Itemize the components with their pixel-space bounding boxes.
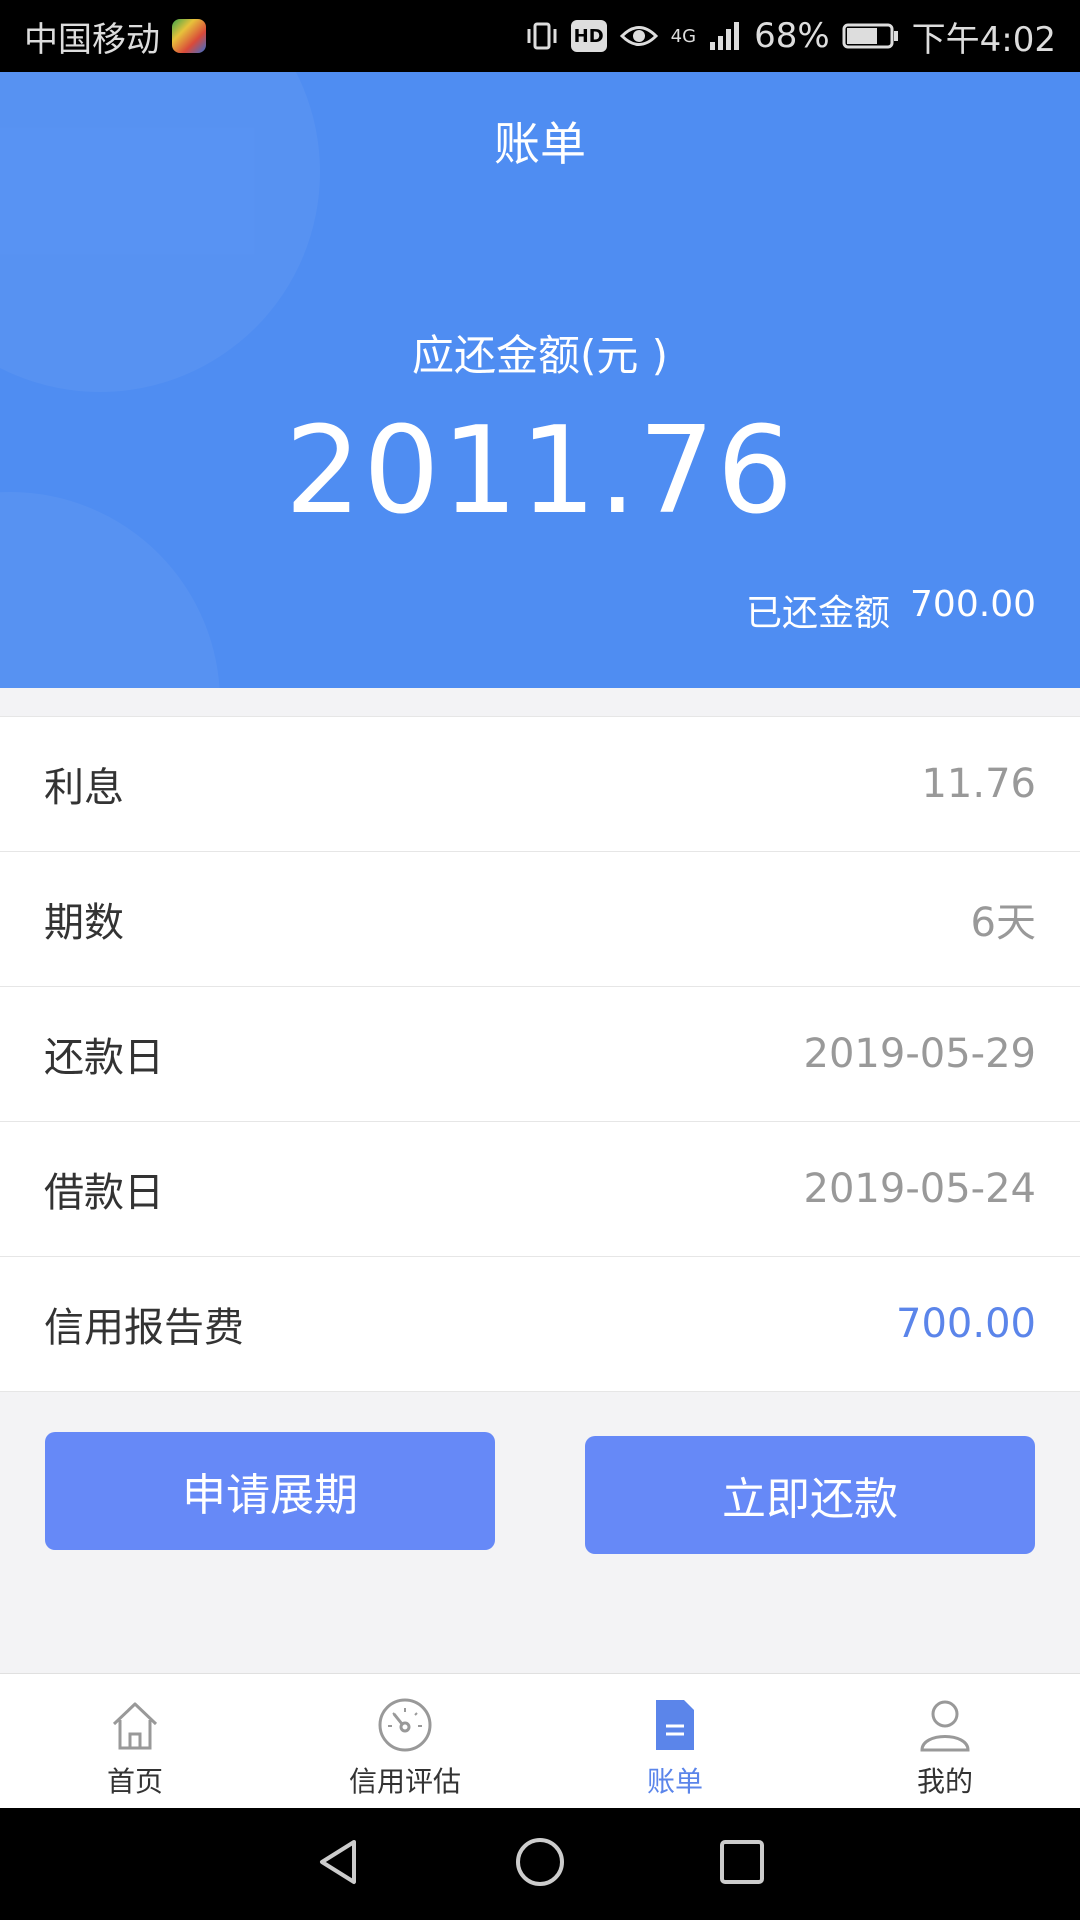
credit-report-fee-link[interactable]: 700.00 <box>896 1301 1036 1347</box>
clock: 下午4:02 <box>911 19 1056 60</box>
status-bar: 中国移动 HD 4G 68% 下午4:02 <box>0 0 1080 72</box>
system-nav-bar <box>0 1808 1080 1920</box>
detail-label: 信用报告费 <box>44 1305 244 1351</box>
page-title: 账单 <box>494 117 586 171</box>
nav-item-bill[interactable]: 账单 <box>540 1674 810 1808</box>
detail-label: 期数 <box>44 900 124 946</box>
back-icon[interactable] <box>312 1836 364 1892</box>
nav-label: 我的 <box>916 1765 973 1798</box>
detail-value: 2019-05-24 <box>803 1166 1036 1212</box>
repay-now-button[interactable]: 立即还款 <box>585 1436 1035 1554</box>
eye-comfort-icon <box>619 21 659 51</box>
recents-icon[interactable] <box>716 1836 768 1892</box>
bill-details-list: 利息 11.76 期数 6天 还款日 2019-05-29 借款日 2019-0… <box>0 716 1080 1392</box>
status-right: HD 4G 68% 下午4:02 <box>525 12 1056 61</box>
battery-percent: 68% <box>754 16 830 56</box>
detail-row-term: 期数 6天 <box>0 852 1080 987</box>
nav-item-home[interactable]: 首页 <box>0 1674 270 1808</box>
detail-value: 11.76 <box>921 761 1036 807</box>
network-type: 4G <box>670 25 697 47</box>
detail-label: 还款日 <box>44 1035 164 1081</box>
nav-item-mine[interactable]: 我的 <box>810 1674 1080 1808</box>
carrier-name: 中国移动 <box>24 19 160 60</box>
nav-label: 信用评估 <box>348 1765 461 1798</box>
status-left: 中国移动 <box>24 12 206 61</box>
detail-label: 利息 <box>44 765 124 811</box>
detail-value: 2019-05-29 <box>803 1031 1036 1077</box>
detail-row-credit-report-fee[interactable]: 信用报告费 700.00 <box>0 1257 1080 1392</box>
detail-row-interest: 利息 11.76 <box>0 717 1080 852</box>
paid-amount-row: 已还金额 700.00 <box>746 584 1036 636</box>
detail-label: 借款日 <box>44 1170 164 1216</box>
detail-row-borrow-date: 借款日 2019-05-24 <box>0 1122 1080 1257</box>
bottom-nav: 首页 信用评估 账单 我的 <box>0 1673 1080 1808</box>
signal-icon <box>708 20 742 52</box>
action-buttons: 申请展期 立即还款 <box>0 1432 1080 1554</box>
carrier-app-icon <box>172 19 206 53</box>
bill-icon <box>656 1700 694 1750</box>
detail-value: 6天 <box>970 900 1036 946</box>
gauge-icon <box>378 1698 432 1752</box>
paid-amount-label: 已还金额 <box>746 593 891 634</box>
nav-label: 首页 <box>106 1765 163 1798</box>
home-icon <box>112 1702 158 1750</box>
hd-icon: HD <box>570 20 607 52</box>
due-amount-value: 2011.76 <box>284 402 796 541</box>
nav-item-credit-assessment[interactable]: 信用评估 <box>270 1674 540 1808</box>
vibrate-icon <box>525 19 559 53</box>
home-circle-icon[interactable] <box>514 1836 566 1892</box>
detail-row-repay-date: 还款日 2019-05-29 <box>0 987 1080 1122</box>
user-icon <box>920 1700 970 1752</box>
apply-extension-button[interactable]: 申请展期 <box>45 1432 495 1550</box>
battery-icon <box>842 21 900 51</box>
due-amount-label: 应还金额(元 ) <box>411 331 669 380</box>
paid-amount-value: 700.00 <box>910 584 1036 625</box>
nav-label: 账单 <box>646 1765 703 1798</box>
bill-header: 账单 应还金额(元 ) 2011.76 已还金额 700.00 <box>0 72 1080 688</box>
